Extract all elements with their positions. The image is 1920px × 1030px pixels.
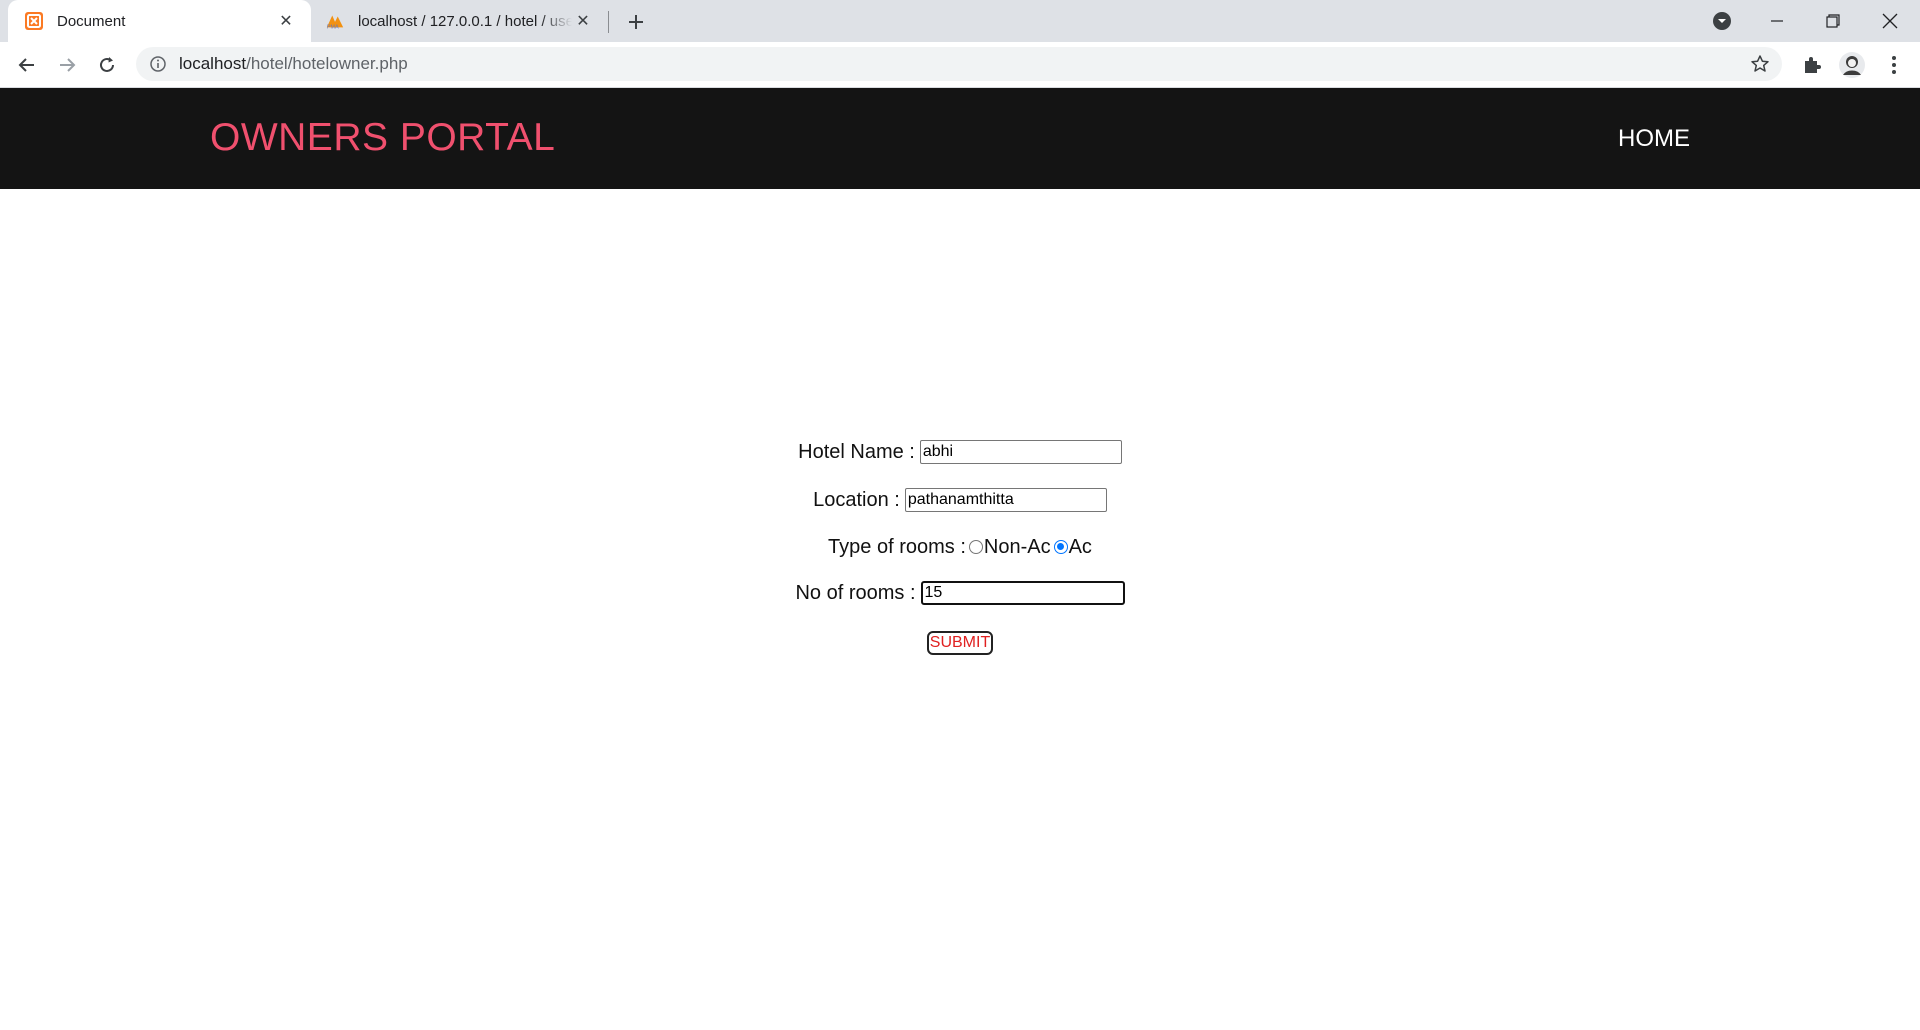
profile-avatar[interactable]: [1836, 49, 1868, 81]
submit-row: SUBMIT: [0, 630, 1920, 656]
browser-toolbar: localhost/hotel/hotelowner.php: [0, 42, 1920, 88]
url-host: localhost: [179, 54, 247, 73]
non-ac-radio[interactable]: [968, 540, 983, 554]
submit-button[interactable]: SUBMIT: [926, 631, 994, 655]
more-menu-icon[interactable]: [1878, 49, 1910, 81]
tab-separator: [608, 11, 609, 33]
non-ac-label: Non-Ac: [983, 535, 1051, 558]
close-window-icon[interactable]: [1862, 0, 1918, 42]
tab-document[interactable]: Document ✕: [8, 0, 311, 42]
site-info-icon[interactable]: [149, 55, 167, 73]
site-header: OWNERS PORTAL HOME: [0, 88, 1920, 189]
extensions-puzzle-icon[interactable]: [1796, 49, 1828, 81]
nav-home-link[interactable]: HOME: [1618, 125, 1690, 153]
reload-icon[interactable]: [91, 49, 123, 81]
address-bar[interactable]: localhost/hotel/hotelowner.php: [136, 47, 1782, 81]
hotel-name-row: Hotel Name :: [0, 438, 1920, 466]
location-label: Location :: [813, 488, 900, 511]
rooms-input[interactable]: [920, 581, 1125, 605]
ac-label: Ac: [1068, 535, 1092, 558]
room-type-row: Type of rooms : Non-Ac Ac: [0, 533, 1920, 561]
location-row: Location :: [0, 486, 1920, 514]
bookmark-star-icon[interactable]: [1750, 54, 1770, 74]
room-type-label: Type of rooms :: [828, 535, 966, 558]
hotel-name-input[interactable]: [919, 440, 1122, 464]
brand-title: OWNERS PORTAL: [210, 116, 556, 159]
rooms-row: No of rooms :: [0, 579, 1920, 607]
forward-icon[interactable]: [51, 49, 83, 81]
new-tab-icon[interactable]: [622, 8, 650, 36]
browser-tab-strip: Document ✕ PMA localhost / 127.0.0.1 / h…: [0, 0, 1920, 42]
tab-phpmyadmin[interactable]: PMA localhost / 127.0.0.1 / hotel / user…: [311, 0, 608, 42]
restore-icon[interactable]: [1805, 0, 1861, 42]
url-text: localhost/hotel/hotelowner.php: [179, 54, 408, 74]
svg-text:PMA: PMA: [327, 24, 339, 30]
tab-title: localhost / 127.0.0.1 / hotel / users: [358, 12, 572, 30]
minimize-icon[interactable]: [1749, 0, 1805, 42]
hotel-name-label: Hotel Name :: [798, 440, 915, 463]
close-tab-icon[interactable]: ✕: [572, 10, 594, 32]
close-tab-icon[interactable]: ✕: [275, 10, 297, 32]
rooms-label: No of rooms :: [795, 581, 916, 604]
xampp-icon: [24, 11, 44, 31]
tab-search-icon[interactable]: [1694, 0, 1750, 42]
location-input[interactable]: [904, 488, 1107, 512]
phpmyadmin-icon: PMA: [325, 11, 345, 31]
tab-title: Document: [57, 12, 126, 30]
url-path: /hotel/hotelowner.php: [246, 54, 408, 73]
ac-radio[interactable]: [1053, 540, 1068, 554]
back-icon[interactable]: [11, 49, 43, 81]
